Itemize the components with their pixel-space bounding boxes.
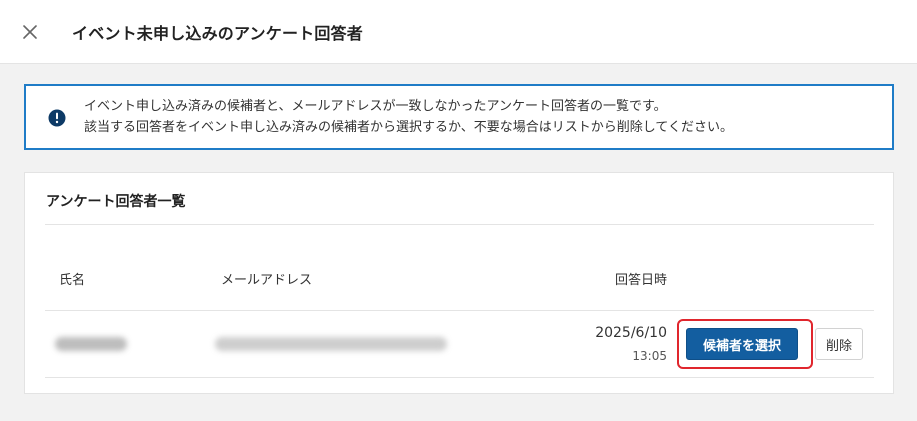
respondent-list-panel: アンケート回答者一覧 氏名 メールアドレス 回答日時 2025/6/10 13:… xyxy=(24,172,894,394)
column-header-name: 氏名 xyxy=(59,273,86,288)
answer-time: 13:05 xyxy=(632,349,667,363)
notice-line-1: イベント申し込み済みの候補者と、メールアドレスが一致しなかったアンケート回答者の… xyxy=(84,99,667,114)
answer-date: 2025/6/10 xyxy=(595,325,667,341)
notice-line-2: 該当する回答者をイベント申し込み済みの候補者から選択するか、不要な場合はリストか… xyxy=(84,120,733,135)
close-icon[interactable] xyxy=(19,21,41,43)
info-notice: イベント申し込み済みの候補者と、メールアドレスが一致しなかったアンケート回答者の… xyxy=(24,84,894,150)
divider xyxy=(45,377,874,378)
column-header-date: 回答日時 xyxy=(615,273,668,288)
modal-header: イベント未申し込みのアンケート回答者 xyxy=(0,0,917,64)
exclamation-circle-icon xyxy=(48,109,66,127)
delete-button[interactable]: 削除 xyxy=(815,328,863,360)
notice-text: イベント申し込み済みの候補者と、メールアドレスが一致しなかったアンケート回答者の… xyxy=(84,96,733,138)
modal-title: イベント未申し込みのアンケート回答者 xyxy=(72,24,363,43)
redacted-email xyxy=(215,337,447,351)
divider xyxy=(45,310,874,311)
modal-dialog: イベント未申し込みのアンケート回答者 イベント申し込み済みの候補者と、メールアド… xyxy=(0,0,917,421)
column-header-email: メールアドレス xyxy=(221,273,313,288)
redacted-name xyxy=(55,337,127,351)
select-candidate-button[interactable]: 候補者を選択 xyxy=(686,328,798,360)
divider xyxy=(45,224,874,225)
panel-title: アンケート回答者一覧 xyxy=(46,194,186,210)
